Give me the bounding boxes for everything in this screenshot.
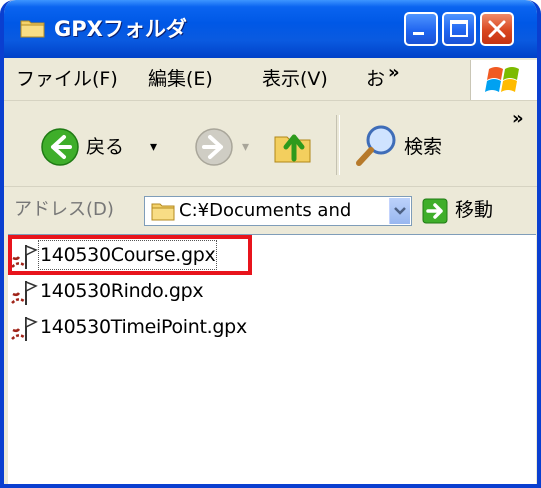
menu-bar: ファイル(F) 編集(E) 表示(V) お » xyxy=(4,58,537,101)
highlight-box xyxy=(8,235,252,275)
menu-view[interactable]: 表示(V) xyxy=(262,66,328,92)
toolbar-separator xyxy=(336,115,340,175)
file-name: 140530Rindo.gpx xyxy=(40,280,204,302)
go-arrow-icon[interactable] xyxy=(422,198,448,224)
windows-logo xyxy=(470,60,537,100)
address-value: C:¥Documents and xyxy=(179,200,352,221)
forward-arrow-icon[interactable] xyxy=(194,127,234,167)
gpx-file-icon xyxy=(11,280,38,305)
back-arrow-icon[interactable] xyxy=(40,127,80,167)
folder-up-icon[interactable] xyxy=(272,125,314,167)
menu-overflow-chevron[interactable]: » xyxy=(388,62,400,83)
minimize-icon xyxy=(413,32,424,35)
address-bar: アドレス(D) C:¥Documents and 移動 xyxy=(4,187,537,233)
close-icon xyxy=(488,20,506,38)
explorer-window: GPXフォルダ ファイル(F) 編集(E) 表示(V) お » 戻る ▾ ▾ 検… xyxy=(0,0,541,488)
chevron-down-icon xyxy=(394,207,406,215)
folder-icon xyxy=(20,20,45,38)
menu-edit[interactable]: 編集(E) xyxy=(148,66,213,92)
maximize-button[interactable] xyxy=(442,12,476,46)
forward-dropdown-icon[interactable]: ▾ xyxy=(242,135,249,159)
menu-favorites[interactable]: お xyxy=(366,66,385,92)
file-list[interactable]: 140530Course.gpx 140530Rindo.gpx 140530T… xyxy=(8,234,536,484)
toolbar-overflow-chevron[interactable]: » xyxy=(512,107,524,131)
address-dropdown-button[interactable] xyxy=(389,198,410,224)
address-label: アドレス(D) xyxy=(14,199,114,220)
address-input[interactable]: C:¥Documents and xyxy=(144,196,412,226)
maximize-icon xyxy=(450,20,468,37)
back-dropdown-icon[interactable]: ▾ xyxy=(150,135,157,159)
back-label[interactable]: 戻る xyxy=(86,135,124,159)
close-button[interactable] xyxy=(480,12,514,46)
toolbar: 戻る ▾ ▾ 検索 » xyxy=(4,101,537,187)
windows-flag-icon xyxy=(485,67,519,92)
menu-file[interactable]: ファイル(F) xyxy=(16,66,118,92)
search-icon[interactable] xyxy=(354,123,398,169)
window-title: GPXフォルダ xyxy=(54,17,187,41)
folder-icon xyxy=(151,203,175,221)
title-bar[interactable]: GPXフォルダ xyxy=(4,0,537,58)
gpx-file-icon xyxy=(11,316,38,341)
file-name: 140530TimeiPoint.gpx xyxy=(40,316,247,338)
minimize-button[interactable] xyxy=(404,12,438,46)
go-button-label[interactable]: 移動 xyxy=(455,198,493,222)
search-label[interactable]: 検索 xyxy=(404,135,442,159)
